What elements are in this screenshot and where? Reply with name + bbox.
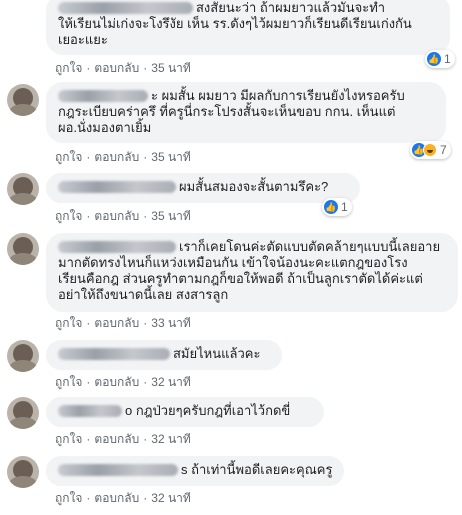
comment-line: เยอะแยะ xyxy=(58,32,108,47)
comment-line: สมัยไหนแล้วคะ xyxy=(58,346,270,362)
reaction-badge[interactable]: 👍 7 xyxy=(410,141,451,159)
comment-line: ให้เรียนไม่เก่งจะโงรึงัย เห็น รร.ดังๆไว้… xyxy=(58,16,412,31)
comment-time[interactable]: 32 นาที xyxy=(151,375,191,389)
comment-actions: ถูกใจ · ตอบกลับ · 33 นาที xyxy=(55,316,191,330)
comment-actions: ถูกใจ · ตอบกลับ · 35 นาที xyxy=(55,61,191,75)
comment-line: ะ ผมสั้น ผมยาว มีผลกับการเรียนยังไงหรอคร… xyxy=(58,88,434,104)
comment-line: ผมสั้นสมองจะสั้นตามรึคะ? xyxy=(58,179,348,195)
comment-bubble: ะ ผมสั้น ผมยาว มีผลกับการเรียนยังไงหรอคร… xyxy=(46,82,446,143)
like-action[interactable]: ถูกใจ xyxy=(55,491,82,505)
comment-actions: ถูกใจ · ตอบกลับ · 32 นาที xyxy=(55,432,191,446)
reaction-count: 1 xyxy=(341,200,348,214)
reply-action[interactable]: ตอบกลับ xyxy=(94,491,139,505)
avatar[interactable] xyxy=(7,84,39,116)
comment-line: ผอ.นั่งมองตาเยิ้ม xyxy=(58,120,152,135)
comment-line: o กฎป่วยๆครับกฎที่เอาไว้กดขี่ xyxy=(58,403,312,419)
commenter-name[interactable] xyxy=(58,241,176,253)
comment-time[interactable]: 32 นาที xyxy=(151,491,191,505)
like-action[interactable]: ถูกใจ xyxy=(55,150,82,164)
reply-action[interactable]: ตอบกลับ xyxy=(94,375,139,389)
commenter-name[interactable] xyxy=(58,348,170,360)
like-action[interactable]: ถูกใจ xyxy=(55,61,82,75)
commenter-name[interactable] xyxy=(58,405,122,417)
comment-bubble: สงสัยนะว่า ถ้าผมยาวแล้วมันจะทำ ให้เรียนไ… xyxy=(46,0,450,55)
avatar[interactable] xyxy=(7,456,39,488)
comment-bubble: s ถ้าเท่านี้พอดีเลยคะคุณครู xyxy=(46,456,344,486)
like-action[interactable]: ถูกใจ xyxy=(55,432,82,446)
reply-action[interactable]: ตอบกลับ xyxy=(94,61,139,75)
comment-time[interactable]: 35 นาที xyxy=(151,61,191,75)
comment-bubble: o กฎป่วยๆครับกฎที่เอาไว้กดขี่ xyxy=(46,397,324,427)
commenter-name[interactable] xyxy=(58,181,176,193)
avatar[interactable] xyxy=(7,173,39,205)
avatar[interactable] xyxy=(7,233,39,265)
avatar[interactable] xyxy=(7,340,39,372)
comment-bubble: ผมสั้นสมองจะสั้นตามรึคะ? xyxy=(46,173,360,203)
reply-action[interactable]: ตอบกลับ xyxy=(94,150,139,164)
like-action[interactable]: ถูกใจ xyxy=(55,209,82,223)
comment-actions: ถูกใจ · ตอบกลับ · 32 นาที xyxy=(55,375,191,389)
comment-bubble: สมัยไหนแล้วคะ xyxy=(46,340,282,370)
haha-icon xyxy=(423,143,437,157)
comment-time[interactable]: 32 นาที xyxy=(151,432,191,446)
like-action[interactable]: ถูกใจ xyxy=(55,316,82,330)
reaction-count: 7 xyxy=(440,143,447,157)
comment-line: มากตัดทรงไหนก็แหว่งเหมือนกัน เข้าใจน้องน… xyxy=(58,255,408,270)
comment-actions: ถูกใจ · ตอบกลับ · 32 นาที xyxy=(55,491,191,505)
comment-line: อย่าให้ถึงขนาดนี้เลย สงสารลูก xyxy=(58,287,229,302)
reaction-count: 1 xyxy=(444,52,451,66)
comment-line: s ถ้าเท่านี้พอดีเลยคะคุณครู xyxy=(58,462,332,478)
comment-actions: ถูกใจ · ตอบกลับ · 35 นาที xyxy=(55,209,191,223)
comment-line: กฎระเบียบคร่าครึ ที่ครูนี่กระโปรงสั้นจะเ… xyxy=(58,104,396,119)
like-action[interactable]: ถูกใจ xyxy=(55,375,82,389)
reaction-badge[interactable]: 👍 1 xyxy=(322,198,352,216)
commenter-name[interactable] xyxy=(58,90,148,102)
comment-time[interactable]: 35 นาที xyxy=(151,209,191,223)
commenter-name[interactable] xyxy=(58,2,193,14)
commenter-name[interactable] xyxy=(58,464,178,476)
comment-line: เราก็เคยโดนค่ะตัดแบบตัดคล้ายๆแบบนี้เลยอา… xyxy=(58,239,446,255)
like-icon: 👍 xyxy=(324,200,338,214)
reply-action[interactable]: ตอบกลับ xyxy=(94,316,139,330)
reply-action[interactable]: ตอบกลับ xyxy=(94,209,139,223)
comment-actions: ถูกใจ · ตอบกลับ · 35 นาที xyxy=(55,150,191,164)
reaction-badge[interactable]: 👍 1 xyxy=(425,50,455,68)
comment-time[interactable]: 35 นาที xyxy=(151,150,191,164)
reply-action[interactable]: ตอบกลับ xyxy=(94,432,139,446)
avatar[interactable] xyxy=(7,397,39,429)
comment-bubble: เราก็เคยโดนค่ะตัดแบบตัดคล้ายๆแบบนี้เลยอา… xyxy=(46,233,458,312)
like-icon: 👍 xyxy=(427,52,441,66)
comment-line: เรียนคือกฎ ส่วนครูทำตามกฎก็ขอให้พอดี ถ้า… xyxy=(58,271,423,286)
comment-line: สงสัยนะว่า ถ้าผมยาวแล้วมันจะทำ xyxy=(58,0,438,16)
comment-time[interactable]: 33 นาที xyxy=(151,316,191,330)
